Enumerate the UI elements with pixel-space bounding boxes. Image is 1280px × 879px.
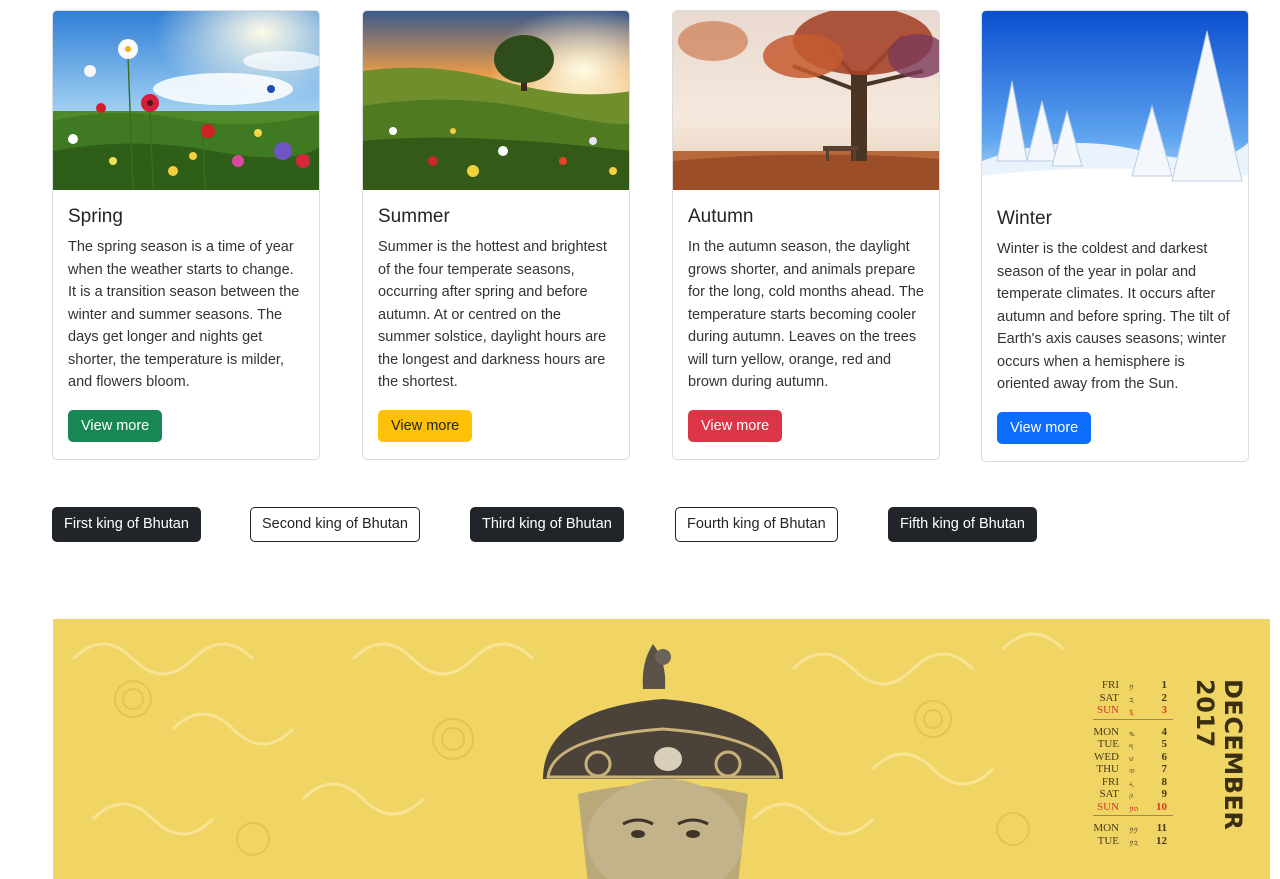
calendar-row: TUE ༡༢ 12 — [1097, 834, 1167, 849]
calendar-row: MON ༤ 4 — [1093, 725, 1167, 740]
fourth-king-button[interactable]: Fourth king of Bhutan — [675, 507, 838, 542]
view-more-button[interactable]: View more — [688, 409, 783, 442]
card-text: In the autumn season, the daylight grows… — [688, 239, 924, 390]
cloud-pattern-background — [53, 619, 1270, 879]
card-title: Spring — [68, 206, 123, 227]
second-king-button[interactable]: Second king of Bhutan — [250, 507, 420, 542]
card-autumn: Autumn In the autumn season, the dayligh… — [672, 10, 940, 460]
view-more-button[interactable]: View more — [68, 409, 163, 442]
calendar-row: SAT ༩ 9 — [1099, 788, 1167, 802]
card-summer: Summer Summer is the hottest and brighte… — [362, 10, 630, 460]
calendar-row: FRI ༡ 1 — [1101, 679, 1167, 693]
calendar-row: WED ༦ 6 — [1093, 750, 1167, 765]
card-title: Autumn — [688, 206, 754, 227]
autumn-image — [673, 11, 939, 190]
card-text: Winter is the coldest and darkest season… — [997, 241, 1230, 392]
calendar-row: SAT ༢ 2 — [1099, 691, 1167, 706]
king-banner-image: FRI ༡ 1 SAT ༢ 2 SUN ༣ 3 MON ༤ 4 TUE ༥ 5 WED ༦ 6 THU ༧… — [53, 619, 1270, 879]
calendar-row: SUN ༣ 3 — [1096, 704, 1167, 718]
calendar: FRI ༡ 1 SAT ༢ 2 SUN ༣ 3 MON ༤ 4 TUE ༥ 5 WED ༦ 6 THU ༧… — [1093, 679, 1173, 849]
king-buttons: First king of Bhutan Second king of Bhut… — [0, 507, 1280, 543]
summer-image — [363, 11, 629, 190]
card-winter: Winter Winter is the coldest and darkest… — [981, 10, 1249, 462]
card-text: The spring season is a time of year when… — [68, 239, 300, 390]
card-title: Summer — [378, 206, 450, 227]
card-spring: Spring The spring season is a time of ye… — [52, 10, 320, 460]
card-title: Winter — [997, 208, 1052, 229]
calendar-row: THU ༧ 7 — [1096, 763, 1167, 777]
winter-image — [982, 11, 1248, 192]
view-more-button[interactable]: View more — [997, 411, 1092, 444]
calendar-month-title: DECEMBER 2017 — [1191, 679, 1247, 831]
view-more-button[interactable]: View more — [378, 409, 473, 442]
card-text: Summer is the hottest and brightest of t… — [378, 239, 607, 390]
calendar-row: MON ༡༡ 11 — [1093, 822, 1167, 836]
first-king-button[interactable]: First king of Bhutan — [52, 507, 201, 542]
calendar-row: FRI ༨ 8 — [1101, 775, 1167, 790]
third-king-button[interactable]: Third king of Bhutan — [470, 507, 624, 542]
fifth-king-button[interactable]: Fifth king of Bhutan — [888, 507, 1037, 542]
spring-image — [53, 11, 319, 190]
calendar-row: SUN ༡༠ 10 — [1096, 800, 1167, 815]
calendar-row: TUE ༥ 5 — [1097, 738, 1167, 752]
